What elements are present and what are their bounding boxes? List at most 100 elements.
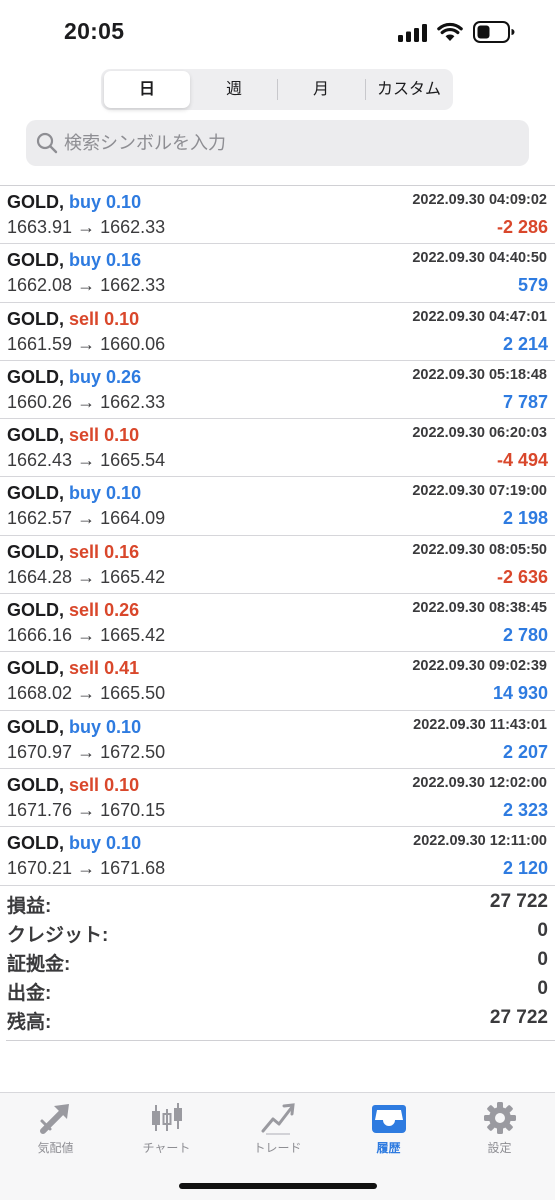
trade-history-list: GOLD, buy 0.10 2022.09.30 04:09:02 1663.91…: [0, 186, 555, 886]
trade-symbol: GOLD,: [7, 483, 64, 504]
battery-icon: [473, 21, 515, 43]
trade-volume: 0.41: [104, 658, 140, 679]
trade-volume: 0.16: [104, 541, 140, 562]
period-segmented-control: 日 週 月 カスタム: [101, 69, 453, 110]
tab-history[interactable]: 履歴: [333, 1093, 444, 1163]
trade-type: buy: [69, 483, 102, 504]
trade-type: sell: [69, 308, 100, 329]
tab-chart[interactable]: チャート: [111, 1093, 222, 1163]
trade-volume: 0.10: [106, 483, 142, 504]
trade-profit: 2 120: [502, 858, 548, 879]
tab-quotes[interactable]: 気配値: [0, 1093, 111, 1163]
trade-volume: 0.10: [106, 192, 142, 212]
tab-settings[interactable]: 設定: [444, 1093, 555, 1163]
trade-symbol: GOLD,: [7, 600, 64, 621]
quotes-arrow-icon: [40, 1104, 69, 1134]
trade-symbol: GOLD,: [7, 716, 64, 737]
trade-datetime: 2022.09.30 08:05:50: [412, 541, 547, 558]
trade-row[interactable]: GOLD, sell 0.26 2022.09.30 08:38:45 1666.1…: [0, 594, 555, 653]
summary-row: 証拠金: 0: [0, 949, 555, 978]
trade-type: buy: [69, 716, 102, 737]
trade-prices: 1660.26 → 1662.33: [7, 391, 166, 412]
trade-row[interactable]: GOLD, buy 0.10 2022.09.30 07:19:00 1662.57…: [0, 477, 555, 536]
period-tab-day[interactable]: 日: [104, 71, 190, 108]
trade-profit: 2 323: [502, 799, 548, 820]
trade-symbol: GOLD,: [7, 541, 64, 562]
trade-prices: 1662.08 → 1662.33: [7, 275, 166, 296]
tab-label: 履歴: [376, 1141, 401, 1155]
trade-type: buy: [69, 250, 102, 271]
trade-symbol: GOLD,: [7, 833, 64, 854]
period-tab-month[interactable]: 月: [278, 71, 364, 108]
trade-header: GOLD, sell 0.10: [7, 307, 139, 331]
trade-datetime: 2022.09.30 08:38:45: [412, 600, 547, 617]
trade-header: GOLD, buy 0.26: [7, 365, 141, 389]
trade-prices: 1664.28 → 1665.42: [7, 566, 166, 587]
summary-value: 0: [537, 978, 548, 999]
trade-datetime: 2022.09.30 12:11:00: [413, 833, 547, 850]
wifi-icon: [437, 22, 463, 41]
trade-type: sell: [69, 541, 100, 562]
trade-prices: 1662.43 → 1665.54: [7, 450, 166, 471]
trade-row[interactable]: GOLD, sell 0.10 2022.09.30 12:02:00 1671.7…: [0, 769, 555, 828]
trade-prices: 1662.57 → 1664.09: [7, 508, 166, 529]
trade-profit: 14 930: [492, 683, 548, 704]
period-tab-week[interactable]: 週: [191, 71, 277, 108]
trade-row[interactable]: GOLD, buy 0.10 2022.09.30 04:09:02 1663.91…: [0, 186, 555, 245]
trade-prices: 1661.59 → 1660.06: [7, 333, 166, 354]
trade-profit: 7 787: [502, 391, 548, 412]
trade-row[interactable]: GOLD, buy 0.26 2022.09.30 05:18:48 1660.26…: [0, 361, 555, 420]
trade-row[interactable]: GOLD, sell 0.16 2022.09.30 08:05:50 1664.2…: [0, 536, 555, 595]
trade-row[interactable]: GOLD, buy 0.16 2022.09.30 04:40:50 1662.08…: [0, 244, 555, 303]
search-icon: [36, 132, 58, 154]
trade-profit: -4 494: [496, 450, 548, 471]
trade-type: buy: [69, 366, 102, 387]
trade-type: sell: [69, 425, 100, 446]
trade-row[interactable]: GOLD, sell 0.10 2022.09.30 06:20:03 1662.4…: [0, 419, 555, 478]
trade-row[interactable]: GOLD, buy 0.10 2022.09.30 12:11:00 1670.21…: [0, 827, 555, 886]
tab-label: トレード: [253, 1141, 302, 1155]
trade-prices: 1671.76 → 1670.15: [7, 799, 166, 820]
trade-header: GOLD, sell 0.16: [7, 540, 139, 564]
search-input[interactable]: [64, 120, 514, 166]
gear-icon: [484, 1102, 516, 1134]
period-tab-custom[interactable]: カスタム: [366, 71, 452, 108]
trade-profit: 579: [517, 275, 548, 296]
trade-profit: -2 286: [496, 217, 548, 237]
trade-row[interactable]: GOLD, buy 0.10 2022.09.30 11:43:01 1670.97…: [0, 711, 555, 769]
trade-volume: 0.10: [104, 308, 140, 329]
trade-symbol: GOLD,: [7, 366, 64, 387]
trade-symbol: GOLD,: [7, 192, 64, 212]
trade-profit: 2 780: [502, 625, 548, 646]
summary-label: 証拠金:: [7, 954, 71, 975]
trade-volume: 0.26: [106, 366, 142, 387]
trade-prices: 1666.16 → 1665.42: [7, 625, 166, 646]
trade-volume: 0.26: [104, 600, 140, 621]
trade-header: GOLD, buy 0.10: [7, 481, 141, 505]
trade-row[interactable]: GOLD, sell 0.10 2022.09.30 04:47:01 1661.5…: [0, 303, 555, 361]
history-inbox-icon: [372, 1105, 406, 1133]
trade-volume: 0.10: [106, 833, 142, 854]
trade-symbol: GOLD,: [7, 658, 64, 679]
trade-datetime: 2022.09.30 04:09:02: [412, 192, 547, 208]
trade-datetime: 2022.09.30 04:40:50: [412, 250, 547, 267]
trade-symbol: GOLD,: [7, 425, 64, 446]
trade-datetime: 2022.09.30 06:20:03: [412, 425, 547, 442]
trade-row[interactable]: GOLD, sell 0.41 2022.09.30 09:02:39 1668.0…: [0, 652, 555, 711]
summary-value: 0: [537, 920, 548, 941]
summary-value: 27 722: [489, 891, 548, 912]
summary-label: 損益:: [7, 896, 52, 917]
trade-profit: -2 636: [496, 566, 548, 587]
trade-line-icon: [261, 1103, 295, 1135]
summary-row: 残高: 27 722: [0, 1007, 555, 1036]
tab-trade[interactable]: トレード: [222, 1093, 333, 1163]
trade-datetime: 2022.09.30 07:19:00: [412, 483, 547, 500]
trade-datetime: 2022.09.30 04:47:01: [412, 308, 547, 325]
trade-symbol: GOLD,: [7, 308, 64, 329]
account-summary: 損益: 27 722 クレジット: 0 証拠金: 0 出金: 0 残高: 27 722: [0, 891, 555, 1036]
symbol-search-bar[interactable]: [26, 120, 529, 166]
trade-datetime: 2022.09.30 11:43:01: [413, 716, 547, 733]
trade-type: sell: [69, 774, 100, 795]
summary-divider: [6, 1040, 555, 1041]
trade-header: GOLD, sell 0.26: [7, 598, 139, 622]
